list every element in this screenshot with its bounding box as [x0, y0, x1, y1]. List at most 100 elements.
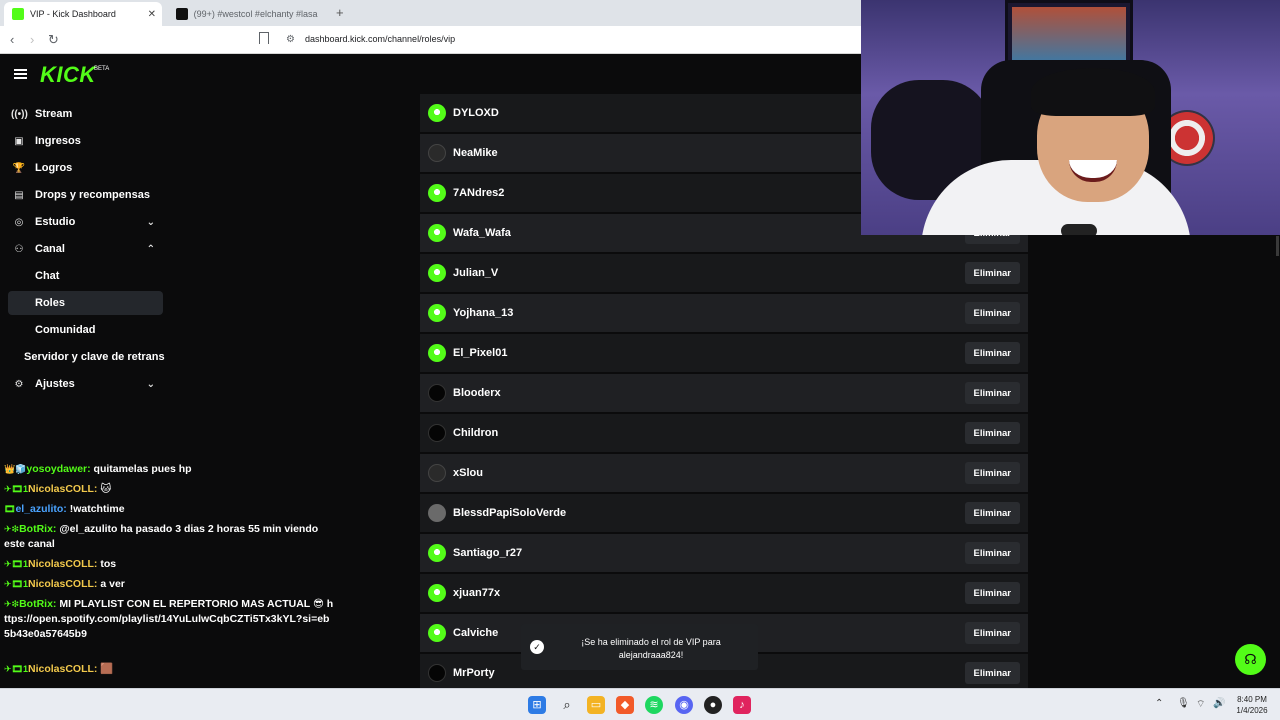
- file-explorer-icon[interactable]: ▭: [587, 696, 605, 714]
- beta-badge: BETA: [94, 66, 110, 72]
- vip-row: Yojhana_13 Eliminar: [420, 294, 1028, 332]
- menu-icon[interactable]: [14, 69, 27, 79]
- avatar: [428, 264, 446, 282]
- chat-message: 👑🧊yosoydawer: quitamelas pues hp: [4, 463, 192, 475]
- vip-username[interactable]: DYLOXD: [453, 107, 499, 119]
- trophy-icon: 🏆: [12, 162, 26, 174]
- vip-row: Santiago_r27 Eliminar: [420, 534, 1028, 572]
- remove-vip-button[interactable]: Eliminar: [964, 582, 1020, 604]
- remove-vip-button[interactable]: Eliminar: [964, 542, 1020, 564]
- vip-row: Julian_V Eliminar: [420, 254, 1028, 292]
- chat-message: ✈🎞1NicolasCOLL: 🟫: [4, 663, 114, 675]
- brave-browser-icon[interactable]: ◆: [616, 696, 634, 714]
- volume-icon[interactable]: 🔊: [1213, 698, 1225, 709]
- support-chat-button[interactable]: ☊: [1235, 644, 1266, 675]
- bookmark-icon[interactable]: [259, 32, 269, 44]
- vip-username[interactable]: xjuan77x: [453, 587, 500, 599]
- sidebar-item-drops[interactable]: ▤ Drops y recompensas: [8, 183, 163, 207]
- vip-row: xSlou Eliminar: [420, 454, 1028, 492]
- url-field[interactable]: dashboard.kick.com/channel/roles/vip: [305, 34, 455, 44]
- vip-username[interactable]: El_Pixel01: [453, 347, 507, 359]
- chat-message: ✈🎞1NicolasCOLL: 🐱: [4, 483, 112, 495]
- sidebar-item-servidor[interactable]: Servidor y clave de retrans: [24, 345, 174, 369]
- start-icon[interactable]: ⊞: [528, 696, 546, 714]
- reload-icon[interactable]: ↻: [48, 32, 59, 48]
- kick-logo[interactable]: KICK: [40, 62, 96, 88]
- tiktok-studio-icon[interactable]: ♪: [733, 696, 751, 714]
- chat-message: ✈🎞1NicolasCOLL: tos: [4, 558, 117, 570]
- toast-message: ¡Se ha eliminado el rol de VIP para alej…: [581, 637, 721, 660]
- avatar: [428, 384, 446, 402]
- sidebar-item-comunidad[interactable]: Comunidad: [8, 318, 163, 342]
- sidebar-item-chat[interactable]: Chat: [8, 264, 163, 288]
- vip-username[interactable]: BlessdPapiSoloVerde: [453, 507, 566, 519]
- vip-username[interactable]: Childron: [453, 427, 498, 439]
- close-tab-icon[interactable]: ✕: [148, 9, 156, 20]
- remove-vip-button[interactable]: Eliminar: [964, 662, 1020, 684]
- remove-vip-button[interactable]: Eliminar: [964, 422, 1020, 444]
- avatar: [428, 464, 446, 482]
- vip-username[interactable]: Blooderx: [453, 387, 501, 399]
- sidebar-item-ajustes[interactable]: ⚙ Ajustes ⌄: [8, 372, 163, 396]
- vip-username[interactable]: Santiago_r27: [453, 547, 522, 559]
- tab-tiktok[interactable]: (99+) #westcol #elchanty #lasapaaaa: [168, 2, 326, 26]
- remove-vip-button[interactable]: Eliminar: [964, 262, 1020, 284]
- vip-username[interactable]: Calviche: [453, 627, 498, 639]
- chat-message: 🎞el_azulito: !watchtime: [4, 503, 125, 515]
- site-settings-icon[interactable]: ⚙: [286, 34, 295, 45]
- remove-vip-button[interactable]: Eliminar: [964, 502, 1020, 524]
- avatar: [428, 584, 446, 602]
- vip-row: Childron Eliminar: [420, 414, 1028, 452]
- sidebar-item-canal[interactable]: ⚇ Canal ⌃: [8, 237, 163, 261]
- gear-icon: ⚙: [14, 378, 24, 390]
- wifi-icon[interactable]: ⌔: [1196, 698, 1205, 711]
- chevron-up-icon: ⌃: [146, 243, 155, 255]
- vip-username[interactable]: 7ANdres2: [453, 187, 504, 199]
- check-icon: ✓: [530, 640, 544, 654]
- sidebar-item-ingresos[interactable]: ▣ Ingresos: [8, 129, 163, 153]
- vip-username[interactable]: Julian_V: [453, 267, 498, 279]
- avatar: [428, 664, 446, 682]
- scrollbar-thumb[interactable]: [1276, 236, 1279, 256]
- avatar: [428, 224, 446, 242]
- sidebar-item-estudio[interactable]: ◎ Estudio ⌄: [8, 210, 163, 234]
- new-tab-button[interactable]: +: [336, 5, 344, 20]
- remove-vip-button[interactable]: Eliminar: [964, 622, 1020, 644]
- broadcast-icon: ((•)): [11, 108, 28, 120]
- chat-message: ✈❇BotRix: MI PLAYLIST CON EL REPERTORIO …: [4, 598, 334, 640]
- discord-icon[interactable]: ◉: [675, 696, 693, 714]
- vip-username[interactable]: Yojhana_13: [453, 307, 513, 319]
- avatar: [428, 504, 446, 522]
- obs-icon[interactable]: ●: [704, 696, 722, 714]
- tab-kick-dashboard[interactable]: VIP - Kick Dashboard ✕: [4, 2, 162, 26]
- vip-username[interactable]: MrPorty: [453, 667, 495, 679]
- tray-chevron-icon[interactable]: ⌃: [1155, 698, 1163, 709]
- vip-username[interactable]: NeaMike: [453, 147, 498, 159]
- remove-vip-button[interactable]: Eliminar: [964, 302, 1020, 324]
- webcam-overlay: [861, 0, 1280, 235]
- taskbar-clock[interactable]: 8:40 PM 1/4/2026: [1230, 694, 1274, 716]
- sidebar-item-stream[interactable]: ((•)) Stream: [8, 102, 163, 126]
- spotify-icon[interactable]: ≋: [645, 696, 663, 714]
- vip-username[interactable]: Wafa_Wafa: [453, 227, 511, 239]
- streamer-hair: [1031, 68, 1155, 116]
- sidebar-item-roles[interactable]: Roles: [8, 291, 163, 315]
- tiktok-favicon-icon: [176, 8, 188, 20]
- remove-vip-button[interactable]: Eliminar: [964, 462, 1020, 484]
- avatar: [428, 184, 446, 202]
- back-icon[interactable]: ‹: [10, 32, 14, 47]
- avatar: [428, 104, 446, 122]
- search-icon[interactable]: ⌕: [558, 696, 576, 714]
- forward-icon[interactable]: ›: [30, 32, 34, 47]
- avatar: [428, 424, 446, 442]
- microphone-icon[interactable]: 🎙: [1177, 698, 1190, 709]
- vip-username[interactable]: xSlou: [453, 467, 483, 479]
- kick-favicon-icon: [12, 8, 24, 20]
- remove-vip-button[interactable]: Eliminar: [964, 382, 1020, 404]
- channel-icon: ⚇: [14, 243, 24, 255]
- sidebar-item-logros[interactable]: 🏆 Logros: [8, 156, 163, 180]
- avatar: [428, 544, 446, 562]
- vip-row: xjuan77x Eliminar: [420, 574, 1028, 612]
- remove-vip-button[interactable]: Eliminar: [964, 342, 1020, 364]
- windows-taskbar: ⊞ ⌕ ▭ ◆ ≋ ◉ ● ♪ ⌃ 🎙 ⌔ 🔊 8:40 PM 1/4/2026: [0, 688, 1280, 720]
